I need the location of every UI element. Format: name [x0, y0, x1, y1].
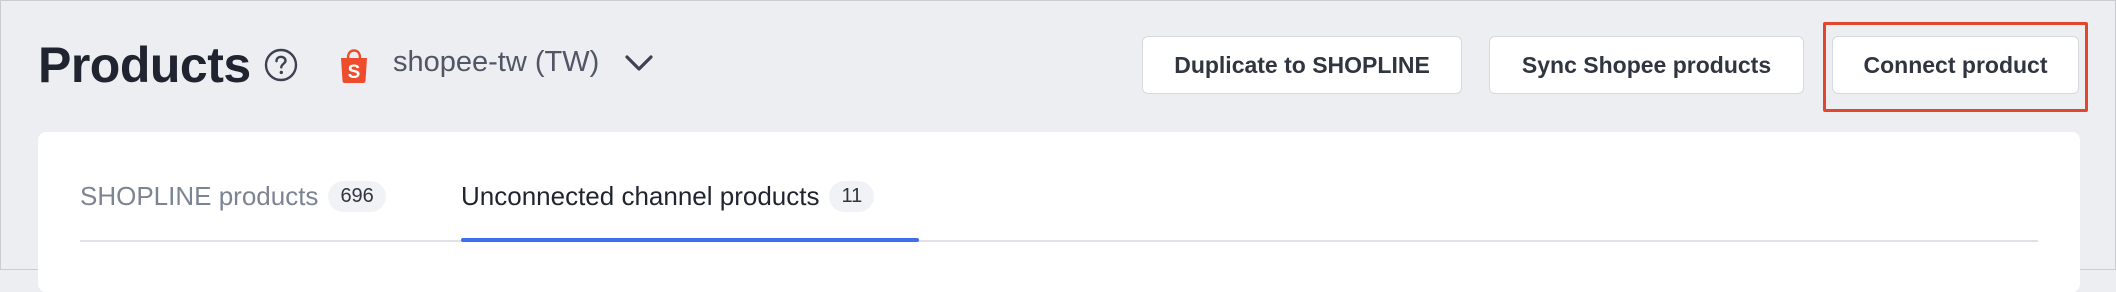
shop-selector-label[interactable]: shopee-tw (TW) [393, 46, 599, 79]
page-title: Products [38, 37, 251, 93]
duplicate-to-shopline-button[interactable]: Duplicate to SHOPLINE [1142, 36, 1462, 94]
shopee-bag-icon: S [341, 49, 367, 83]
active-tab-indicator [461, 238, 919, 242]
tab-unconnected-channel-products[interactable]: Unconnected channel products 11 [461, 178, 875, 214]
tabs-divider [80, 240, 2038, 242]
help-icon[interactable] [264, 48, 298, 82]
tab-count-badge: 696 [328, 180, 386, 212]
sync-shopee-products-button[interactable]: Sync Shopee products [1489, 36, 1804, 94]
svg-text:S: S [348, 62, 361, 83]
tab-label: Unconnected channel products [461, 180, 820, 211]
chevron-down-icon[interactable] [623, 52, 655, 76]
tab-count-badge: 11 [829, 180, 875, 212]
connect-product-highlight [1823, 22, 2088, 112]
tab-shopline-products[interactable]: SHOPLINE products 696 [80, 178, 386, 214]
tab-label: SHOPLINE products [80, 180, 319, 211]
